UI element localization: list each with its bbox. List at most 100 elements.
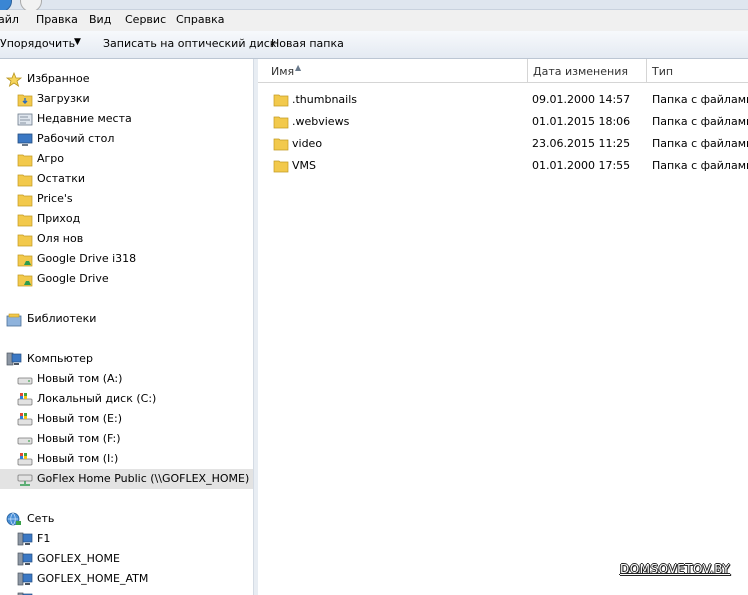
file-name: VMS [292,159,316,172]
watermark: DOMSOVETOV.BY [620,562,731,576]
command-bar: Упорядочить ▼ Записать на оптический дис… [0,31,748,59]
file-date: 01.01.2000 17:55 [532,159,631,172]
nav-network-host[interactable]: GOFLEX_HOME_ATM [0,569,253,589]
nav-drive-label: GoFlex Home Public (\\GOFLEX_HOME) (Z:) [37,472,253,485]
file-name: video [292,137,323,150]
nav-network-host-partial[interactable] [0,589,253,595]
nav-item-folder[interactable]: Остатки [0,169,253,189]
folder-icon [273,94,289,107]
nav-drive[interactable]: Локальный диск (C:) [0,389,253,409]
network-icon [6,512,21,526]
nav-item-google-drive[interactable]: Google Drive [0,269,253,289]
nav-item-label: Google Drive [37,272,109,285]
nav-item-recent-places[interactable]: Недавние места [0,109,253,129]
google-drive-folder-icon [17,254,33,267]
nav-item-folder[interactable]: Оля нов [0,229,253,249]
menu-bar: айл Правка Вид Сервис Справка [0,10,748,31]
nav-item-label: Оля нов [37,232,84,245]
nav-computer[interactable]: Компьютер [0,349,253,369]
folder-icon [273,138,289,151]
organize-button[interactable]: Упорядочить [0,37,75,50]
folder-icon [273,116,289,129]
nav-computer-label: Компьютер [27,352,93,365]
folder-icon [17,194,33,207]
file-row[interactable]: video 23.06.2015 11:25 Папка с файлами [258,133,748,155]
file-name: .webviews [292,115,350,128]
nav-item-label: Недавние места [37,112,132,125]
column-header-date[interactable]: Дата изменения [533,65,628,78]
nav-item-folder[interactable]: Price's [0,189,253,209]
nav-item-label: Загрузки [37,92,90,105]
windows-drive-icon [17,453,33,466]
folder-icon [17,174,33,187]
downloads-folder-icon [17,94,33,107]
title-strip [0,0,748,10]
nav-network-drive-selected[interactable]: GoFlex Home Public (\\GOFLEX_HOME) (Z:) [0,469,253,489]
computer-icon [6,352,22,366]
file-type: Папка с файлами [652,137,748,150]
nav-drive-label: Новый том (A:) [37,372,123,385]
nav-libraries[interactable]: Библиотеки [0,309,253,329]
column-header-type[interactable]: Тип [652,65,673,78]
nav-item-label: Google Drive i318 [37,252,137,265]
nav-item-google-drive-i318[interactable]: Google Drive i318 [0,249,253,269]
file-row[interactable]: .thumbnails 09.01.2000 14:57 Папка с фай… [258,89,748,111]
menu-file[interactable]: айл [0,13,19,26]
folder-icon [17,154,33,167]
nav-network-host[interactable]: GOFLEX_HOME [0,549,253,569]
menu-tools[interactable]: Сервис [125,13,166,26]
nav-network-label: Сеть [27,512,55,525]
nav-drive[interactable]: Новый том (E:) [0,409,253,429]
file-type: Папка с файлами [652,93,748,106]
nav-item-desktop[interactable]: Рабочий стол [0,129,253,149]
file-date: 23.06.2015 11:25 [532,137,631,150]
navigation-pane: Избранное Загрузки Недавние места Рабочи… [0,59,253,595]
network-drive-icon [17,474,33,486]
chevron-down-icon[interactable]: ▼ [74,37,81,47]
nav-drive[interactable]: Новый том (I:) [0,449,253,469]
nav-drive[interactable]: Новый том (A:) [0,369,253,389]
new-folder-button[interactable]: Новая папка [271,37,344,50]
nav-item-label: Price's [37,192,73,205]
nav-item-label: Остатки [37,172,86,185]
nav-network-host[interactable]: F1 [0,529,253,549]
nav-item-label: Агро [37,152,65,165]
file-date: 09.01.2000 14:57 [532,93,631,106]
nav-network[interactable]: Сеть [0,509,253,529]
column-divider[interactable] [646,59,647,82]
burn-disc-button[interactable]: Записать на оптический диск [103,37,276,50]
windows-drive-icon [17,393,33,406]
file-row[interactable]: VMS 01.01.2000 17:55 Папка с файлами [258,155,748,177]
menu-edit[interactable]: Правка [36,13,78,26]
nav-item-folder[interactable]: Агро [0,149,253,169]
nav-libraries-label: Библиотеки [27,312,97,325]
menu-view[interactable]: Вид [89,13,111,26]
nav-drive[interactable]: Новый том (F:) [0,429,253,449]
computer-icon [17,552,33,566]
nav-favorites[interactable]: Избранное [0,69,253,89]
sort-ascending-icon: ▲ [295,63,302,72]
folder-icon [17,234,33,247]
drive-icon [17,377,33,385]
column-header-name[interactable]: Имя [271,65,294,78]
nav-drive-label: Новый том (F:) [37,432,121,445]
column-divider[interactable] [527,59,528,82]
nav-item-folder[interactable]: Приход [0,209,253,229]
desktop-icon [17,133,33,146]
file-row[interactable]: .webviews 01.01.2015 18:06 Папка с файла… [258,111,748,133]
libraries-icon [6,313,22,327]
nav-item-downloads[interactable]: Загрузки [0,89,253,109]
file-type: Папка с файлами [652,115,748,128]
nav-drive-label: Локальный диск (C:) [37,392,157,405]
windows-drive-icon [17,413,33,426]
computer-icon [17,532,33,546]
nav-item-label: Приход [37,212,81,225]
nav-drive-label: Новый том (I:) [37,452,119,465]
column-header-row: Имя ▲ Дата изменения Тип [258,59,748,83]
nav-item-label: Рабочий стол [37,132,115,145]
nav-network-host-label: GOFLEX_HOME_ATM [37,572,149,585]
nav-network-host-label: F1 [37,532,51,545]
folder-icon [17,214,33,227]
menu-help[interactable]: Справка [176,13,224,26]
file-list: Имя ▲ Дата изменения Тип .thumbnails 09.… [258,59,748,595]
